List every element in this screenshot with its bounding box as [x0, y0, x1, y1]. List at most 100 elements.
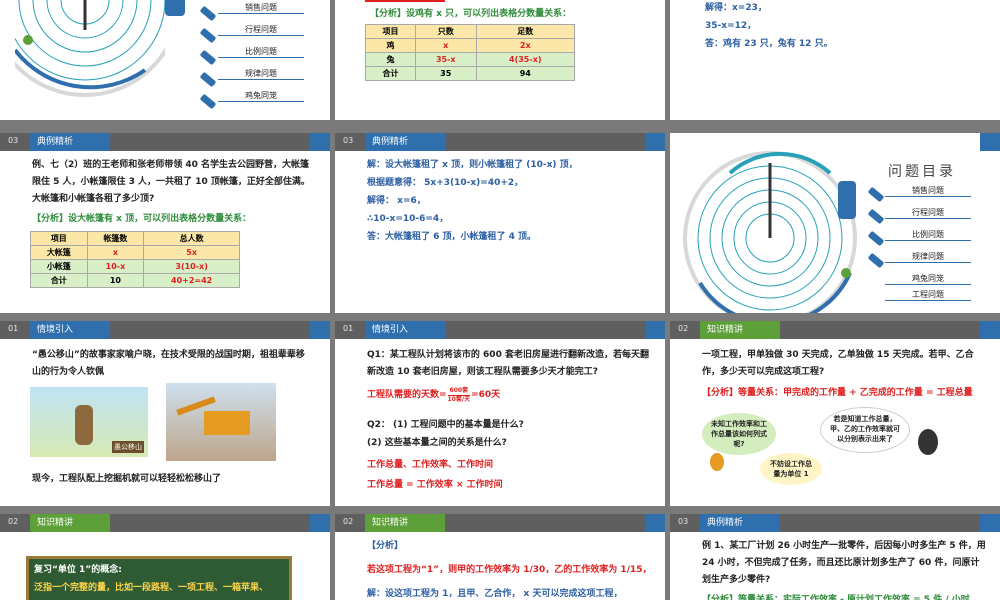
student-figure	[710, 453, 724, 471]
days-result: =60天	[471, 390, 501, 400]
slide-header: 01 情境引入	[335, 321, 665, 339]
header-square	[980, 514, 1000, 532]
question-1: Q1：某工程队计划将该市的 600 套老旧房屋进行翻新改造，若每天翻新改造 10…	[367, 350, 649, 377]
solution-line: ∴10-x=10-6=4，	[367, 214, 449, 224]
teacher-figure	[165, 0, 185, 16]
slide-yugong: 01 情境引入 “愚公移山”的故事家家喻户晓，在技术受限的战国时期，祖祖辈辈移山…	[0, 321, 330, 506]
menu-item-3[interactable]: 比例问题	[885, 229, 971, 241]
solution-line: 35-x=12，	[705, 21, 757, 31]
menu-item-5[interactable]: 鸡兔同笼	[218, 90, 304, 102]
section-title: 知识精讲	[365, 514, 445, 532]
thought-bubble-3: 不妨设工作总量为单位 1	[760, 453, 822, 485]
menu-item-4[interactable]: 规律问题	[218, 68, 304, 80]
slide-menu-engineering: 问题目录 销售问题 行程问题 比例问题 规律问题 鸡兔同笼 工程问题	[670, 133, 1000, 313]
slide-header: 02 知识精讲	[670, 321, 1000, 339]
menu-item-1[interactable]: 销售问题	[218, 2, 304, 14]
section-number: 01	[8, 324, 19, 333]
section-title: 情境引入	[30, 321, 110, 339]
target-diagram	[683, 151, 857, 313]
caption-label: 愚公移山	[112, 441, 144, 453]
section-number: 03	[8, 136, 19, 145]
menu-item-6[interactable]: 工程问题	[885, 289, 971, 301]
solution-line: 解得：x=23，	[705, 3, 767, 13]
menu-item-5[interactable]: 鸡兔同笼	[885, 273, 971, 285]
efficiency-line: 若这项工程为“1”，则甲的工作效率为 1/30，乙的工作效率为 1/15，	[367, 565, 652, 575]
problem-text: 例 1、某工厂计划 26 小时生产一批零件，后因每小时多生产 5 件，用 24 …	[702, 541, 986, 585]
slide-engineering-questions: 01 情境引入 Q1：某工程队计划将该市的 600 套老旧房屋进行翻新改造，若每…	[335, 321, 665, 506]
menu-item-3[interactable]: 比例问题	[218, 46, 304, 58]
section-title: 典例精析	[30, 133, 110, 151]
slide-header: 02 知识精讲	[0, 514, 330, 532]
days-formula: 工程队需要的天数= 600套 10套/天 =60天	[367, 387, 500, 404]
analysis-text: 【分析】设鸡有 x 只，可以列出表格分数量关系：	[370, 9, 572, 19]
slide-factory-problem: 03 典例精析 例 1、某工厂计划 26 小时生产一批零件，后因每小时多生产 5…	[670, 514, 1000, 600]
intro-text: “愚公移山”的故事家家喻户晓，在技术受限的战国时期，祖祖辈辈移山的行为令人钦佩	[32, 350, 305, 377]
header-square	[980, 133, 1000, 151]
excavator-body	[204, 411, 250, 435]
thought-bubble-2: 若是知道工作总量，甲、乙的工作效率就可以分别表示出来了	[820, 407, 910, 453]
fraction-denominator: 10套/天	[447, 396, 471, 403]
slide-header: 03 典例精析	[0, 133, 330, 151]
slide-unit-one: 02 知识精讲 复习“单位 1”的概念: 泛指一个完整的量，比如一段路程、一项工…	[0, 514, 330, 600]
figure-shape	[75, 405, 93, 445]
section-title: 知识精讲	[30, 514, 110, 532]
question-2a: Q2： (1) 工程问题中的基本量是什么?	[367, 420, 524, 430]
analysis-text: 【分析】设大帐篷有 x 顶，可以列出表格分数量关系：	[32, 214, 252, 224]
chalkboard-line-2: 泛指一个完整的量，比如一段路程、一项工程、一箱苹果、	[34, 583, 269, 593]
slide-joint-work: 02 知识精讲 一项工程，甲单独做 30 天完成，乙单独做 15 天完成。若甲、…	[670, 321, 1000, 506]
slide-tent-solution: 03 典例精析 解：设大帐篷租了 x 顶，则小帐篷租了 (10-x) 顶， 根据…	[335, 133, 665, 313]
header-square	[980, 321, 1000, 339]
slide-header: 03 典例精析	[670, 514, 1000, 532]
header-square	[645, 514, 665, 532]
pen-icon	[867, 208, 885, 225]
fraction: 600套 10套/天	[447, 387, 471, 404]
pen-icon	[199, 71, 217, 88]
menu-item-2[interactable]: 行程问题	[885, 207, 971, 219]
thought-bubble-1: 未知工作效率和工作总量该如何列式呢?	[702, 413, 776, 455]
section-number: 02	[678, 324, 689, 333]
pen-icon	[867, 230, 885, 247]
header-square	[645, 321, 665, 339]
data-table: 项目 帐篷数 总人数 大帐篷 x 5x 小帐篷 10-x 3(10-x) 合计 10 40+2=…	[30, 231, 240, 288]
menu-item-1[interactable]: 销售问题	[885, 185, 971, 197]
section-number: 02	[343, 517, 354, 526]
slide-efficiency: 02 知识精讲 【分析】 若这项工程为“1”，则甲的工作效率为 1/30，乙的工…	[335, 514, 665, 600]
top-bar	[365, 0, 445, 2]
question-2b: (2) 这些基本量之间的关系是什么?	[367, 438, 507, 448]
chalkboard-line-1: 复习“单位 1”的概念:	[34, 565, 122, 575]
header-square	[310, 321, 330, 339]
problem-text: 一项工程，甲单独做 30 天完成，乙单独做 15 天完成。若甲、乙合作，多少天可…	[702, 350, 974, 377]
section-number: 01	[343, 324, 354, 333]
analysis-text: 【分析】等量关系：实际工作效率 - 原计划工作效率 = 5 件 / 小时	[702, 595, 970, 600]
analysis-text: 【分析】	[367, 541, 404, 551]
solution-line: 解得： x=6，	[367, 196, 426, 206]
excavator-photo	[166, 383, 276, 461]
menu-title: 问题目录	[888, 164, 956, 180]
section-number: 03	[343, 136, 354, 145]
target-diagram	[15, 0, 165, 97]
days-label: 工程队需要的天数=	[367, 390, 447, 400]
solution-line: 解：设这项工程为 1，且甲、乙合作， x 天可以完成这项工程，	[367, 589, 623, 599]
answer-1: 工作总量、工作效率、工作时间	[367, 460, 494, 470]
section-title: 典例精析	[365, 133, 445, 151]
footer-text: 现今，工程队配上挖掘机就可以轻轻松松移山了	[32, 474, 222, 484]
section-title: 情境引入	[365, 321, 445, 339]
section-title: 典例精析	[700, 514, 780, 532]
slide-menu-top-left: 销售问题 行程问题 比例问题 规律问题 鸡兔同笼	[0, 0, 330, 120]
yugong-illustration: 愚公移山	[30, 387, 148, 457]
solution-line: 答：大帐篷租了 6 顶，小帐篷租了 4 顶。	[367, 232, 537, 242]
problem-text: 例、七（2）班的王老师和张老师带领 40 名学生去公园野营，大帐篷限住 5 人，…	[32, 160, 310, 204]
fraction-numerator: 600套	[447, 387, 471, 396]
pen-icon	[867, 252, 885, 269]
menu-item-2[interactable]: 行程问题	[218, 24, 304, 36]
pen-icon	[199, 93, 217, 110]
slide-chicken-table: 【分析】设鸡有 x 只，可以列出表格分数量关系： 项目 只数 足数 鸡 x 2x 兔 35…	[335, 0, 665, 120]
solution-line: 根据题意得： 5x+3(10-x)=40+2，	[367, 178, 524, 188]
slide-chicken-solution: 解得：x=23， 35-x=12， 答：鸡有 23 只，兔有 12 只。	[670, 0, 1000, 120]
teacher-figure	[918, 429, 938, 455]
teacher-figure	[838, 181, 856, 219]
solution-line: 解：设大帐篷租了 x 顶，则小帐篷租了 (10-x) 顶，	[367, 160, 578, 170]
slide-header: 01 情境引入	[0, 321, 330, 339]
pen-icon	[199, 49, 217, 66]
menu-item-4[interactable]: 规律问题	[885, 251, 971, 263]
